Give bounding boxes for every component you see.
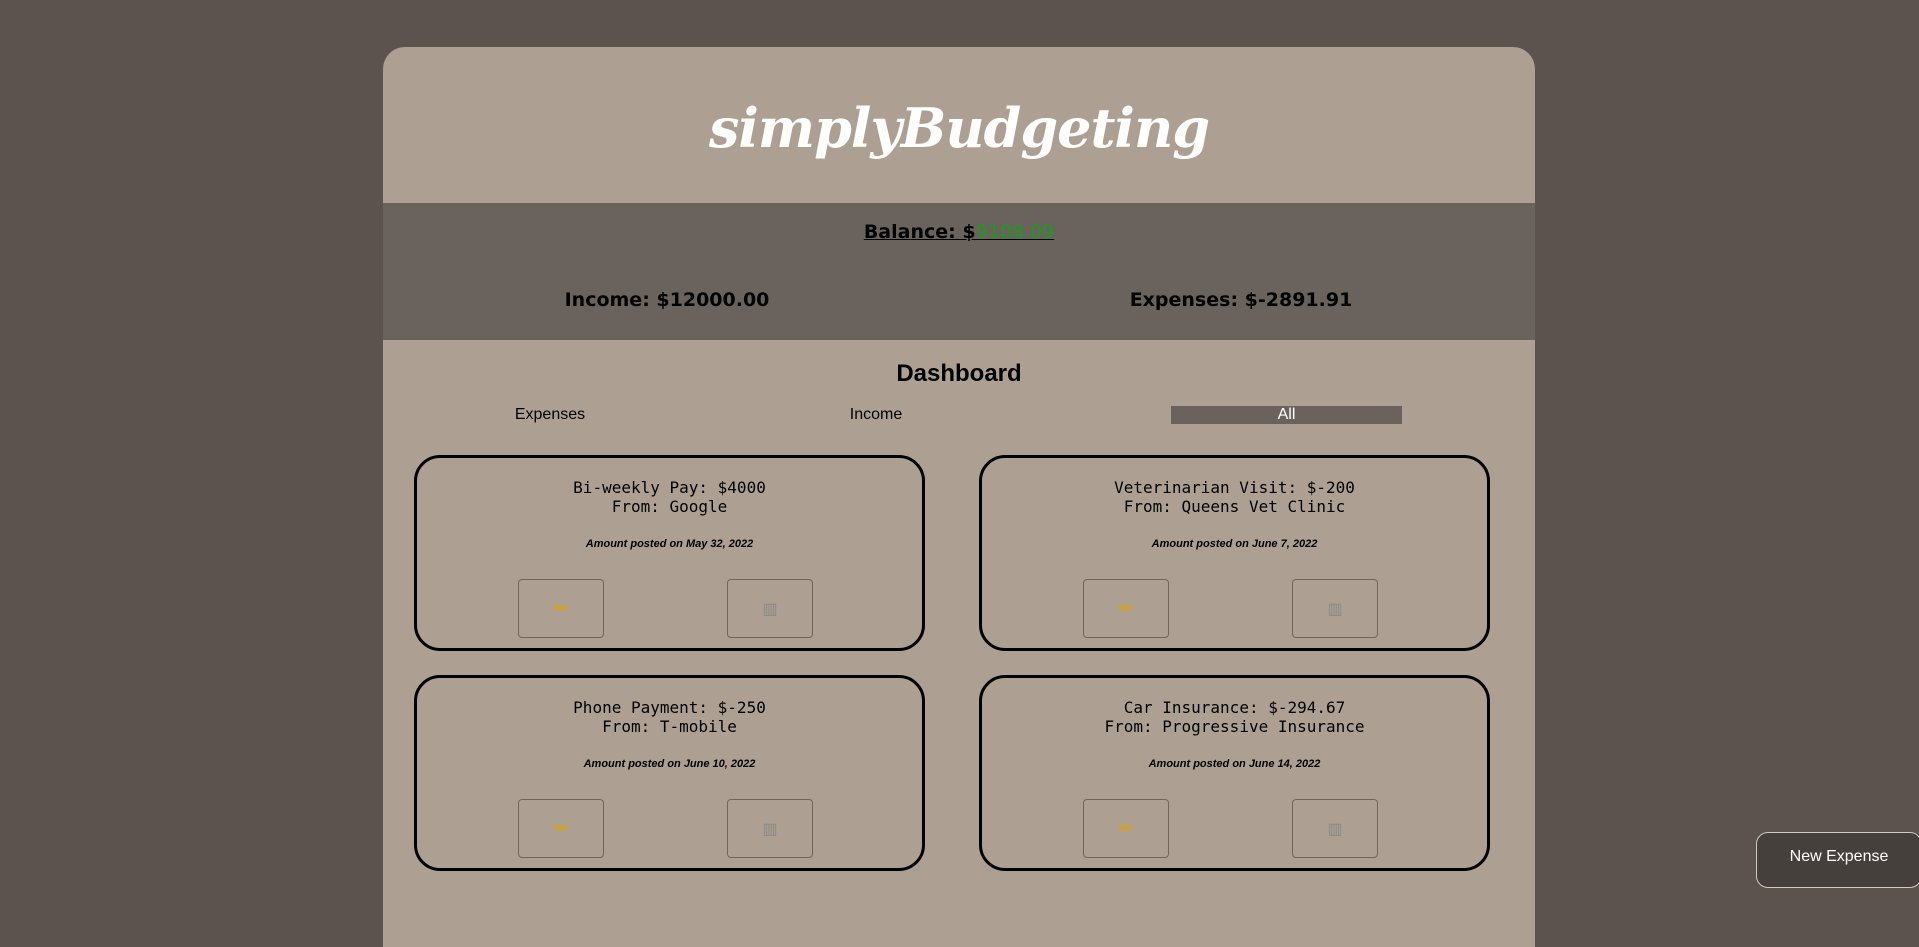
transaction-source: From: Queens Vet Clinic xyxy=(1123,497,1346,516)
pencil-icon: ✏ xyxy=(553,598,569,618)
delete-button[interactable]: ▥ xyxy=(1292,799,1378,858)
transaction-amount: Car Insurance: $-294.67 xyxy=(1123,698,1346,717)
transaction-details: Veterinarian Visit: $-200 From: Queens V… xyxy=(982,478,1487,516)
transaction-details: Car Insurance: $-294.67 From: Progressiv… xyxy=(982,698,1487,736)
tab-all[interactable]: All xyxy=(1171,406,1402,424)
transaction-source: From: Google xyxy=(611,497,728,516)
transaction-card: Car Insurance: $-294.67 From: Progressiv… xyxy=(979,675,1490,871)
trash-icon: ▥ xyxy=(1327,820,1343,838)
dashboard-title: Dashboard xyxy=(896,360,1022,387)
pencil-icon: ✏ xyxy=(553,818,569,838)
dashboard-tabs: Expenses Income All xyxy=(383,390,1535,430)
transaction-source: From: Progressive Insurance xyxy=(1104,717,1365,736)
budget-summary: Balance: $9108.09 Income: $12000.00 Expe… xyxy=(383,203,1535,340)
transaction-details: Bi-weekly Pay: $4000 From: Google xyxy=(417,478,922,516)
app-header: simplyBudgeting xyxy=(383,47,1535,203)
edit-button[interactable]: ✏ xyxy=(1083,799,1169,858)
expenses-total: Expenses: $-2891.91 xyxy=(1129,289,1353,311)
pencil-icon: ✏ xyxy=(1118,598,1134,618)
tab-expenses[interactable]: Expenses xyxy=(487,406,613,424)
transaction-date: Amount posted on June 14, 2022 xyxy=(1148,758,1321,770)
trash-icon: ▥ xyxy=(762,820,778,838)
dashboard: Dashboard Expenses Income All Bi-weekly … xyxy=(383,340,1535,871)
app-container: simplyBudgeting Balance: $9108.09 Income… xyxy=(383,47,1535,947)
edit-button[interactable]: ✏ xyxy=(1083,579,1169,638)
transaction-source: From: T-mobile xyxy=(602,717,737,736)
transaction-amount: Phone Payment: $-250 xyxy=(573,698,766,717)
balance-label: Balance: $ xyxy=(863,221,976,243)
app-title: simplyBudgeting xyxy=(709,96,1210,160)
transaction-amount: Bi-weekly Pay: $4000 xyxy=(573,478,766,497)
delete-button[interactable]: ▥ xyxy=(1292,579,1378,638)
transaction-date: Amount posted on May 32, 2022 xyxy=(585,538,754,550)
edit-button[interactable]: ✏ xyxy=(518,799,604,858)
balance-value: 9108.09 xyxy=(975,221,1055,243)
transaction-amount: Veterinarian Visit: $-200 xyxy=(1114,478,1355,497)
trash-icon: ▥ xyxy=(1327,600,1343,618)
pencil-icon: ✏ xyxy=(1118,818,1134,838)
delete-button[interactable]: ▥ xyxy=(727,579,813,638)
new-expense-button[interactable]: New Expense xyxy=(1756,832,1919,888)
edit-button[interactable]: ✏ xyxy=(518,579,604,638)
transaction-details: Phone Payment: $-250 From: T-mobile xyxy=(417,698,922,736)
transaction-card: Phone Payment: $-250 From: T-mobile Amou… xyxy=(414,675,925,871)
delete-button[interactable]: ▥ xyxy=(727,799,813,858)
transaction-date: Amount posted on June 10, 2022 xyxy=(583,758,756,770)
tab-income[interactable]: Income xyxy=(813,406,939,424)
trash-icon: ▥ xyxy=(762,600,778,618)
balance: Balance: $9108.09 xyxy=(383,221,1535,243)
transaction-card: Bi-weekly Pay: $4000 From: Google Amount… xyxy=(414,455,925,651)
transaction-card: Veterinarian Visit: $-200 From: Queens V… xyxy=(979,455,1490,651)
income-total: Income: $12000.00 xyxy=(564,289,770,311)
transaction-date: Amount posted on June 7, 2022 xyxy=(1151,538,1318,550)
